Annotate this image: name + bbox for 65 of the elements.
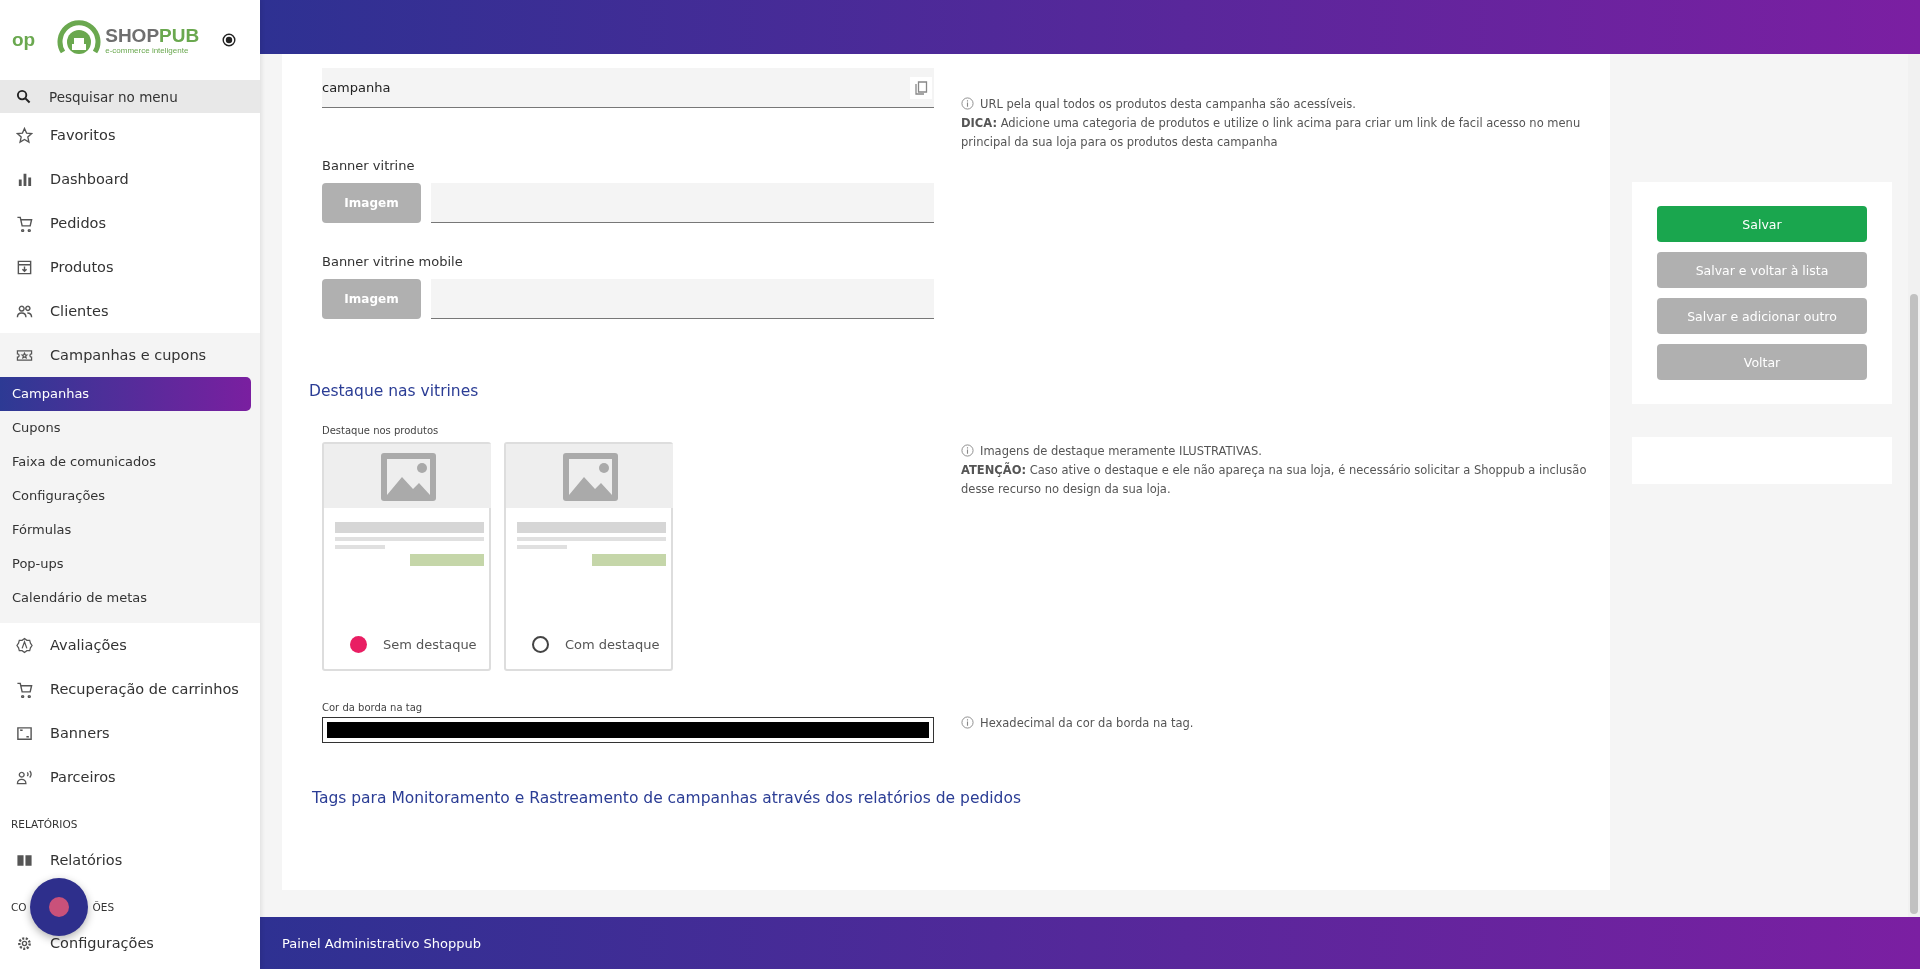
menu-item[interactable]: Parceiros xyxy=(0,755,260,799)
menu-item[interactable]: Produtos xyxy=(0,245,260,289)
menu-item[interactable]: Dashboard xyxy=(0,157,260,201)
submenu-item[interactable]: Pop-ups xyxy=(0,547,251,581)
menu-item[interactable]: Pedidos xyxy=(0,201,260,245)
menu-search-field[interactable]: Pesquisar no menu xyxy=(0,80,260,113)
warning-text: ATENÇÃO: Caso ative o destaque e ele não apareça na sua loja, é necessário solicitar a Shoppub a inclusão desse recurso no design da sua loja. xyxy=(961,461,1588,498)
star-icon xyxy=(16,126,33,144)
url-field[interactable]: campanha xyxy=(322,68,934,108)
scrollbar[interactable] xyxy=(1908,54,1920,917)
option-card[interactable]: Sem destaque xyxy=(322,442,491,671)
submenu-item[interactable]: Configurações xyxy=(0,479,251,513)
option-label: Sem destaque xyxy=(383,637,477,652)
field-label: Destaque nos produtos xyxy=(322,424,440,438)
section-title: Tags para Monitoramento e Rastreamento de campanhas através dos relatórios de pedidos xyxy=(312,789,1022,807)
menu-item[interactable]: Avaliações xyxy=(0,623,260,667)
info-icon xyxy=(961,97,974,110)
chat-button[interactable] xyxy=(30,878,88,936)
menu-item[interactable]: Banners xyxy=(0,711,260,755)
image-path-field[interactable] xyxy=(431,279,934,319)
brand-name: SHOP xyxy=(105,25,160,46)
field-label: Banner vitrine xyxy=(322,157,416,175)
field-label: Cor da borda na tag xyxy=(322,701,424,715)
color-field[interactable] xyxy=(322,717,934,743)
field-label: Banner vitrine mobile xyxy=(322,253,464,271)
box-icon xyxy=(16,258,33,276)
menu-item[interactable]: Clientes xyxy=(0,289,260,333)
cart2-icon xyxy=(16,680,33,698)
radio-icon[interactable] xyxy=(222,33,236,47)
gear-icon xyxy=(16,934,33,952)
submenu-item[interactable]: Fórmulas xyxy=(0,513,251,547)
submenu-item[interactable]: Faixa de comunicados xyxy=(0,445,251,479)
option-card[interactable]: Com destaque xyxy=(504,442,673,671)
help-text: Imagens de destaque meramente ILUSTRATIVAS. xyxy=(961,442,1601,461)
partner-icon xyxy=(16,768,33,786)
tip-text: DICA: Adicione uma categoria de produtos e utilize o link acima para criar um link de facil acesso no menu principal da sua loja para os produtos desta campanha xyxy=(961,115,1582,151)
help-text: URL pela qual todos os produtos desta campanha são acessíveis. xyxy=(961,95,1601,114)
brand-tagline: e-commerce inteligente xyxy=(105,45,190,55)
submenu-item[interactable]: Cupons xyxy=(0,411,251,445)
menu-item[interactable]: Relatórios xyxy=(0,838,260,882)
copy-icon[interactable] xyxy=(910,76,932,99)
info-icon xyxy=(961,716,974,729)
section-heading: RELATÓRIOS xyxy=(11,817,78,830)
menu-item[interactable]: Configurações xyxy=(0,921,260,965)
menu-item[interactable]: Recuperação de carrinhos xyxy=(0,667,260,711)
footer-text: Painel Administrativo Shoppub xyxy=(282,935,481,951)
radio-button[interactable] xyxy=(350,636,367,653)
section-title: Destaque nas vitrines xyxy=(309,381,480,402)
info-icon xyxy=(961,444,974,457)
search-icon xyxy=(16,89,31,104)
cart-icon xyxy=(16,214,33,232)
badge-icon xyxy=(16,636,33,654)
menu-item[interactable]: Favoritos xyxy=(0,113,260,157)
image-path-field[interactable] xyxy=(431,183,934,223)
banner-icon xyxy=(16,724,33,742)
radio-button[interactable] xyxy=(532,636,549,653)
submenu-item[interactable]: Campanhas xyxy=(0,377,251,411)
brand-mark: op xyxy=(12,29,36,51)
section-heading: CO xyxy=(11,900,27,913)
scrollbar-thumb[interactable] xyxy=(1910,294,1918,914)
brand-name: PUB xyxy=(159,25,200,46)
option-label: Com destaque xyxy=(565,637,660,652)
section-heading: ÕES xyxy=(92,900,115,913)
submenu-item[interactable]: Calendário de metas xyxy=(0,581,251,615)
help-text: Hexadecimal da cor da borda na tag. xyxy=(961,714,1601,733)
